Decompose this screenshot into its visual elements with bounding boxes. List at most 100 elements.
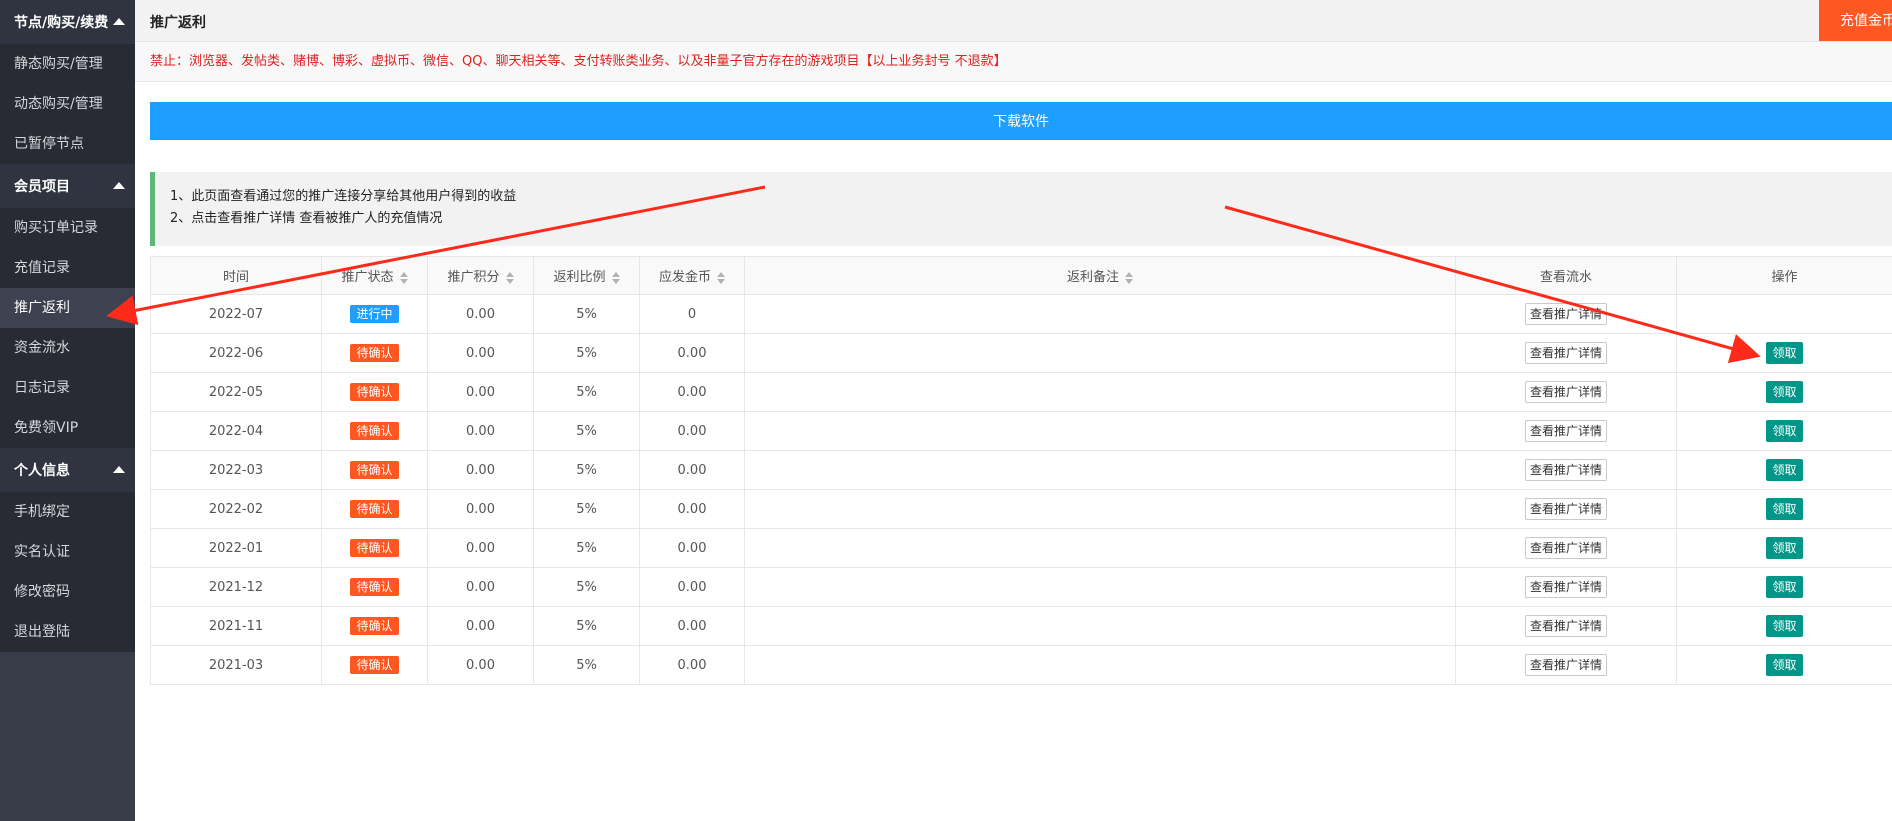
claim-button[interactable]: 领取 bbox=[1766, 654, 1803, 676]
cell-coins: 0 bbox=[639, 294, 745, 334]
status-badge: 待确认 bbox=[350, 461, 399, 479]
cell-points: 0.00 bbox=[427, 372, 534, 412]
sidebar-item-fund-flow[interactable]: 资金流水 bbox=[0, 328, 135, 368]
download-area: 下载软件 bbox=[150, 102, 1892, 140]
cell-note bbox=[744, 489, 1456, 529]
cell-status: 待确认 bbox=[321, 567, 428, 607]
sidebar-item-dynamic-purchase[interactable]: 动态购买/管理 bbox=[0, 84, 135, 124]
sidebar-item-logs[interactable]: 日志记录 bbox=[0, 368, 135, 408]
nav-group-profile[interactable]: 个人信息 bbox=[0, 448, 135, 492]
claim-button[interactable]: 领取 bbox=[1766, 615, 1803, 637]
table-row: 2022-06 待确认 0.00 5% 0.00 查看推广详情 领取 bbox=[150, 333, 1892, 373]
sort-icon[interactable] bbox=[611, 271, 620, 284]
col-status[interactable]: 推广状态 bbox=[321, 256, 428, 295]
nav-group-member[interactable]: 会员项目 bbox=[0, 164, 135, 208]
cell-flow: 查看推广详情 bbox=[1455, 294, 1677, 334]
status-badge: 待确认 bbox=[350, 617, 399, 635]
table-row: 2022-05 待确认 0.00 5% 0.00 查看推广详情 领取 bbox=[150, 372, 1892, 412]
cell-note bbox=[744, 294, 1456, 334]
claim-button[interactable]: 领取 bbox=[1766, 498, 1803, 520]
cell-time: 2022-07 bbox=[150, 294, 322, 334]
cell-status: 待确认 bbox=[321, 372, 428, 412]
sort-icon[interactable] bbox=[1125, 271, 1133, 284]
col-coins[interactable]: 应发金币 bbox=[639, 256, 745, 295]
cell-status: 待确认 bbox=[321, 489, 428, 529]
cell-status: 待确认 bbox=[321, 645, 428, 685]
view-referral-detail-button[interactable]: 查看推广详情 bbox=[1524, 537, 1607, 559]
sort-icon[interactable] bbox=[717, 271, 725, 284]
sidebar-item-change-password[interactable]: 修改密码 bbox=[0, 572, 135, 612]
rebate-table-wrap: 时间 推广状态 推广积分 返利比例 应发金币 返利备注 查看流水 操作 2022… bbox=[150, 256, 1892, 685]
cell-note bbox=[744, 528, 1456, 568]
view-referral-detail-button[interactable]: 查看推广详情 bbox=[1524, 342, 1607, 364]
cell-coins: 0.00 bbox=[639, 528, 745, 568]
claim-button[interactable]: 领取 bbox=[1766, 576, 1803, 598]
view-referral-detail-button[interactable]: 查看推广详情 bbox=[1524, 654, 1607, 676]
cell-points: 0.00 bbox=[427, 567, 534, 607]
cell-action: 领取 bbox=[1676, 450, 1892, 490]
cell-coins: 0.00 bbox=[639, 489, 745, 529]
cell-time: 2022-03 bbox=[150, 450, 322, 490]
cell-points: 0.00 bbox=[427, 606, 534, 646]
cell-note bbox=[744, 606, 1456, 646]
col-label: 返利比例 bbox=[553, 270, 606, 285]
claim-button[interactable]: 领取 bbox=[1766, 381, 1803, 403]
view-referral-detail-button[interactable]: 查看推广详情 bbox=[1524, 420, 1607, 442]
main-content: 推广返利 充值金币 禁止：浏览器、发帖类、赌博、博彩、虚拟币、微信、QQ、聊天相… bbox=[135, 0, 1892, 821]
nav-group-nodes[interactable]: 节点/购买/续费 bbox=[0, 0, 135, 44]
cell-flow: 查看推广详情 bbox=[1455, 333, 1677, 373]
cell-flow: 查看推广详情 bbox=[1455, 567, 1677, 607]
view-referral-detail-button[interactable]: 查看推广详情 bbox=[1524, 576, 1607, 598]
sort-icon[interactable] bbox=[399, 271, 408, 284]
recharge-button[interactable]: 充值金币 bbox=[1819, 0, 1892, 41]
sidebar-item-logout[interactable]: 退出登陆 bbox=[0, 612, 135, 652]
cell-flow: 查看推广详情 bbox=[1455, 645, 1677, 685]
cell-note bbox=[744, 333, 1456, 373]
col-label: 查看流水 bbox=[1539, 270, 1592, 285]
col-time: 时间 bbox=[150, 256, 322, 295]
view-referral-detail-button[interactable]: 查看推广详情 bbox=[1524, 498, 1607, 520]
col-points[interactable]: 推广积分 bbox=[427, 256, 534, 295]
caret-up-icon bbox=[113, 18, 125, 25]
sidebar-item-recharge-records[interactable]: 充值记录 bbox=[0, 248, 135, 288]
claim-button[interactable]: 领取 bbox=[1766, 342, 1803, 364]
view-referral-detail-button[interactable]: 查看推广详情 bbox=[1524, 615, 1607, 637]
cell-time: 2022-06 bbox=[150, 333, 322, 373]
col-note[interactable]: 返利备注 bbox=[744, 256, 1456, 295]
download-software-button[interactable]: 下载软件 bbox=[150, 102, 1892, 140]
sidebar-item-referral-rebate[interactable]: 推广返利 bbox=[0, 288, 135, 328]
view-referral-detail-button[interactable]: 查看推广详情 bbox=[1524, 303, 1607, 325]
cell-note bbox=[744, 567, 1456, 607]
cell-status: 待确认 bbox=[321, 333, 428, 373]
claim-button[interactable]: 领取 bbox=[1766, 537, 1803, 559]
sidebar-item-phone-binding[interactable]: 手机绑定 bbox=[0, 492, 135, 532]
claim-button[interactable]: 领取 bbox=[1766, 420, 1803, 442]
sidebar-item-real-name[interactable]: 实名认证 bbox=[0, 532, 135, 572]
cell-action bbox=[1676, 294, 1892, 334]
table-header-row: 时间 推广状态 推广积分 返利比例 应发金币 返利备注 查看流水 操作 bbox=[150, 256, 1892, 295]
cell-ratio: 5% bbox=[533, 489, 640, 529]
view-referral-detail-button[interactable]: 查看推广详情 bbox=[1524, 459, 1607, 481]
sidebar-item-static-purchase[interactable]: 静态购买/管理 bbox=[0, 44, 135, 84]
cell-action: 领取 bbox=[1676, 606, 1892, 646]
sidebar: 节点/购买/续费 静态购买/管理 动态购买/管理 已暂停节点 会员项目 购买订单… bbox=[0, 0, 135, 821]
claim-button[interactable]: 领取 bbox=[1766, 459, 1803, 481]
sidebar-item-paused-nodes[interactable]: 已暂停节点 bbox=[0, 124, 135, 164]
cell-points: 0.00 bbox=[427, 294, 534, 334]
cell-coins: 0.00 bbox=[639, 372, 745, 412]
cell-ratio: 5% bbox=[533, 567, 640, 607]
view-referral-detail-button[interactable]: 查看推广详情 bbox=[1524, 381, 1607, 403]
sort-icon[interactable] bbox=[505, 271, 514, 284]
sidebar-item-free-vip[interactable]: 免费领VIP bbox=[0, 408, 135, 448]
cell-status: 待确认 bbox=[321, 528, 428, 568]
nav-list-member: 购买订单记录 充值记录 推广返利 资金流水 日志记录 免费领VIP bbox=[0, 208, 135, 448]
cell-time: 2022-01 bbox=[150, 528, 322, 568]
cell-ratio: 5% bbox=[533, 411, 640, 451]
sidebar-item-orders[interactable]: 购买订单记录 bbox=[0, 208, 135, 248]
col-ratio[interactable]: 返利比例 bbox=[533, 256, 640, 295]
table-row: 2022-04 待确认 0.00 5% 0.00 查看推广详情 领取 bbox=[150, 411, 1892, 451]
cell-note bbox=[744, 411, 1456, 451]
cell-status: 待确认 bbox=[321, 606, 428, 646]
col-label: 推广状态 bbox=[341, 270, 394, 285]
status-badge: 待确认 bbox=[350, 422, 399, 440]
